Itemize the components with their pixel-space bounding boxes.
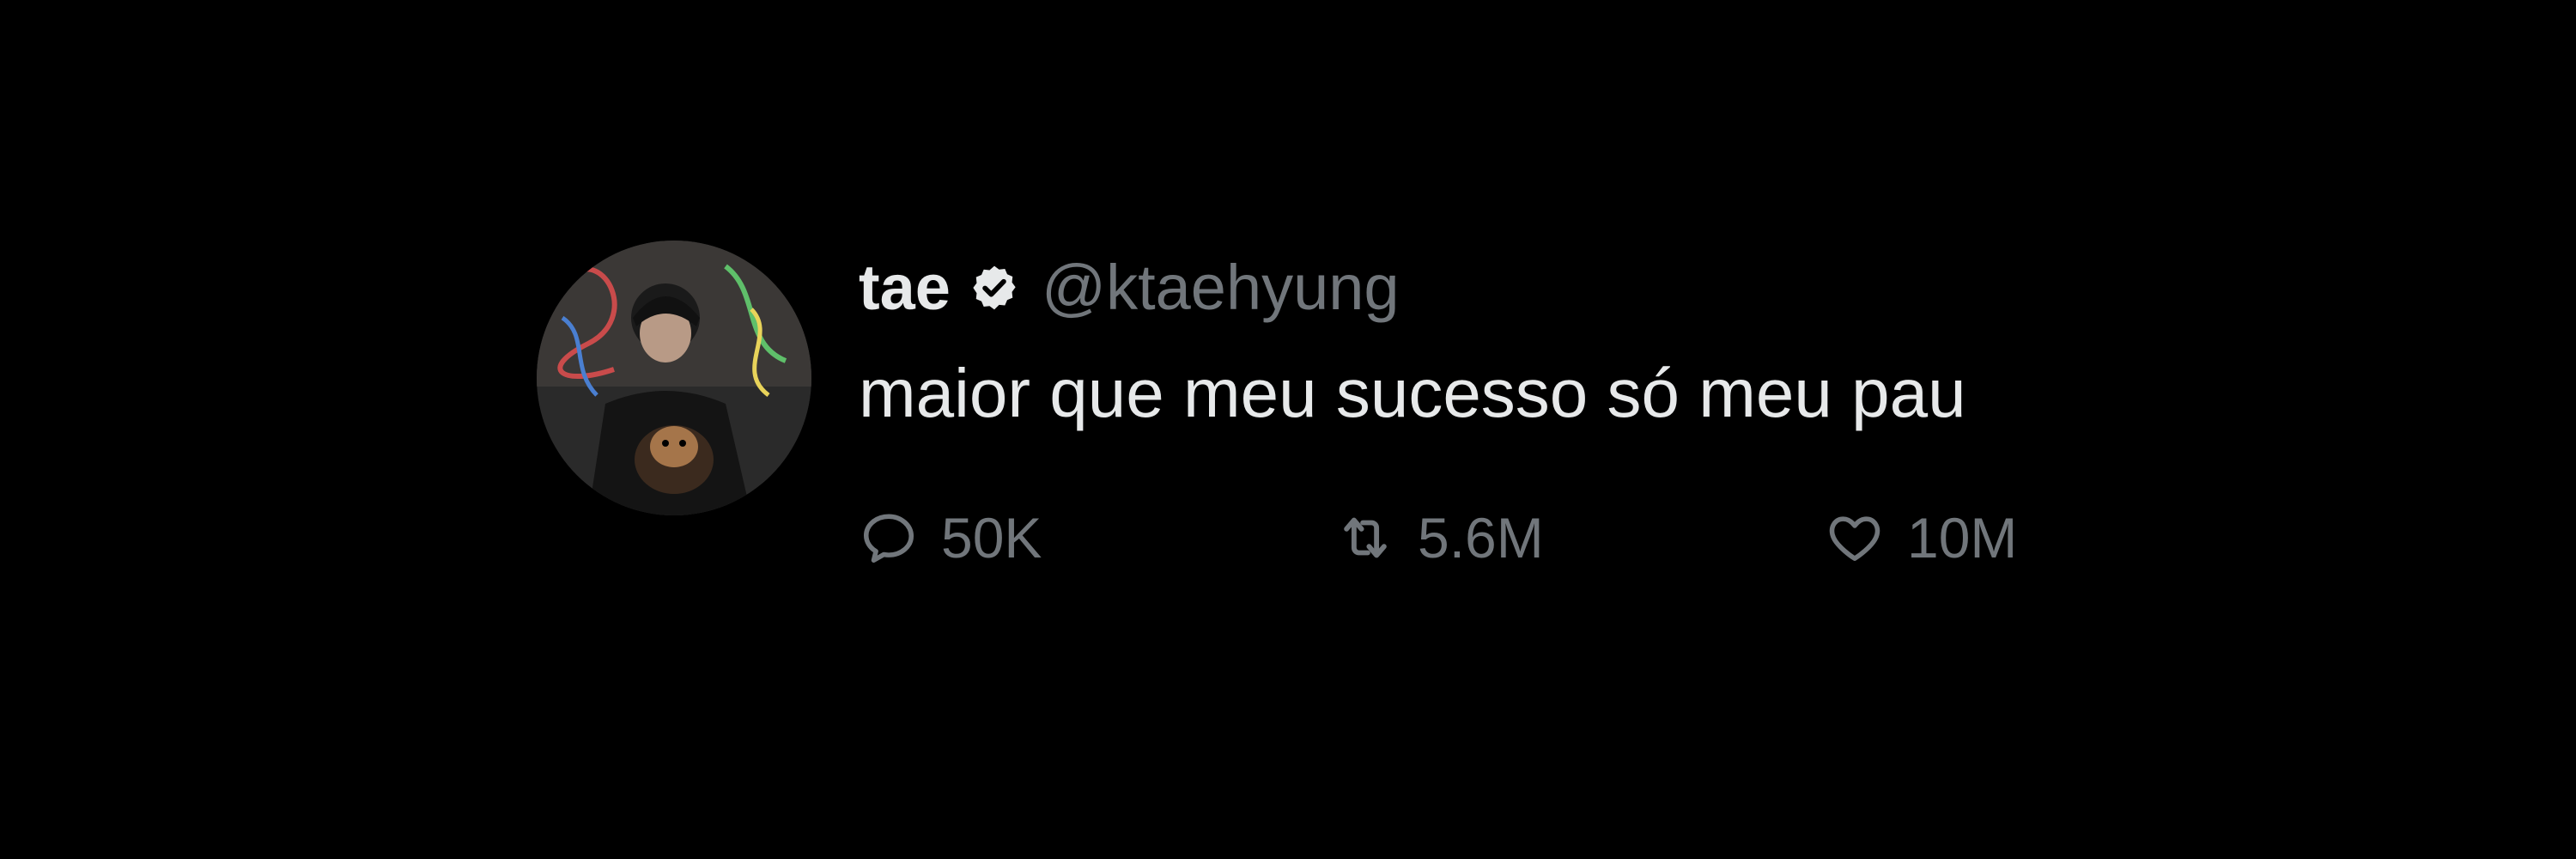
avatar-image [537, 241, 811, 515]
reply-button[interactable]: 50K [859, 508, 1335, 568]
tweet-content: tae @ktaehyung maior que meu sucesso só … [859, 241, 2404, 581]
like-button[interactable]: 10M [1825, 508, 2082, 568]
display-name[interactable]: tae [859, 256, 951, 320]
avatar[interactable] [537, 241, 811, 515]
reply-count: 50K [941, 506, 1042, 570]
verified-badge-icon [969, 263, 1019, 313]
tweet-text: maior que meu sucesso só meu pau [859, 355, 1966, 431]
tweet-actions: 50K 5.6M 10M [859, 495, 2404, 581]
retweet-icon [1335, 508, 1395, 568]
reply-icon [859, 508, 919, 568]
tweet-header: tae @ktaehyung [859, 241, 2404, 335]
retweet-button[interactable]: 5.6M [1335, 508, 1825, 568]
retweet-count: 5.6M [1418, 506, 1544, 570]
heart-icon [1825, 508, 1885, 568]
like-count: 10M [1907, 506, 2018, 570]
username-handle[interactable]: @ktaehyung [1042, 256, 1400, 320]
tweet-card[interactable]: tae @ktaehyung maior que meu sucesso só … [537, 241, 2426, 670]
